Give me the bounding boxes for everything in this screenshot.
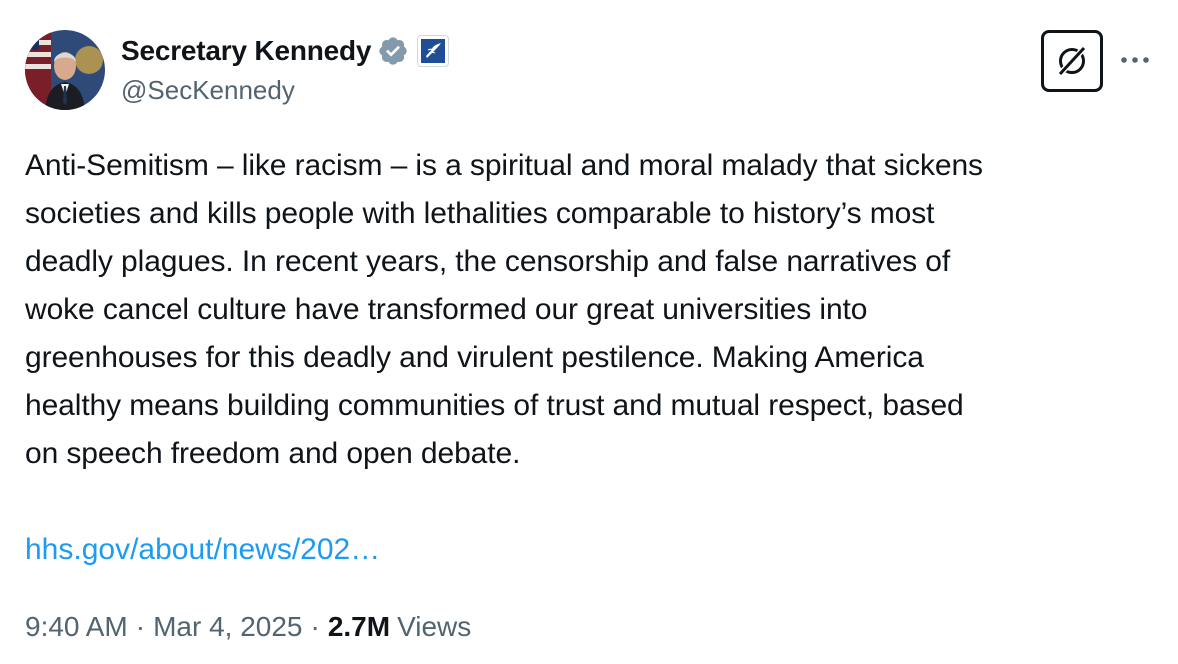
tweet-time[interactable]: 9:40 AM	[25, 607, 128, 647]
meta-separator: ·	[310, 611, 320, 642]
tweet-text: Anti-Semitism – like racism – is a spiri…	[25, 149, 983, 470]
grok-button[interactable]	[1041, 30, 1103, 92]
more-horizontal-icon	[1121, 57, 1149, 63]
views-label: Views	[397, 611, 472, 642]
avatar[interactable]	[25, 30, 105, 110]
tweet-meta: 9:40 AM · Mar 4, 2025 · 2.7M Views	[25, 607, 471, 647]
tweet-link[interactable]: hhs.gov/about/news/202…	[25, 526, 380, 574]
grok-icon	[1056, 44, 1088, 78]
name-row: Secretary Kennedy	[121, 33, 450, 69]
tweet-container: Secretary Kennedy @SecKennedy Anti-Semit…	[0, 0, 1178, 664]
hhs-affiliation-icon[interactable]	[417, 35, 450, 67]
author-handle[interactable]: @SecKennedy	[121, 75, 449, 106]
meta-separator: ·	[135, 611, 146, 642]
views-count[interactable]: 2.7M	[328, 607, 390, 647]
tweet-date[interactable]: Mar 4, 2025	[153, 607, 302, 647]
verified-badge-icon[interactable]	[377, 35, 409, 67]
more-options-button[interactable]	[1118, 45, 1152, 75]
author-block: Secretary Kennedy @SecKennedy	[121, 33, 450, 106]
display-name[interactable]: Secretary Kennedy	[121, 35, 371, 67]
